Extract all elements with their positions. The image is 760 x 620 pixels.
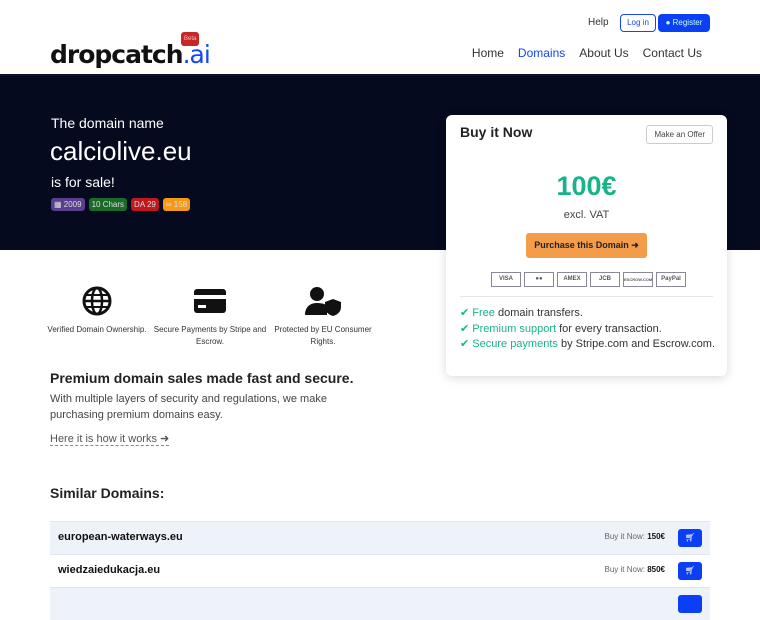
hero-outro: is for sale! xyxy=(51,174,115,190)
amex-icon: AMEX xyxy=(557,272,587,287)
cart-button[interactable] xyxy=(678,595,702,613)
feature-verified: Verified Domain Ownership. xyxy=(37,286,157,336)
buy-label: Buy it Now: xyxy=(604,532,645,541)
buy-card: Buy it Now Make an Offer 100€ excl. VAT … xyxy=(446,115,727,376)
card-title: Buy it Now xyxy=(460,124,533,140)
feature-item: ✔ Secure payments by Stripe.com and Escr… xyxy=(460,337,715,353)
login-button[interactable]: Log in xyxy=(620,14,656,32)
feature-highlight: Secure payments xyxy=(472,338,558,350)
help-link[interactable]: Help xyxy=(588,17,609,28)
cart-icon: 🛒︎ xyxy=(684,533,696,542)
row-price: Buy it Now: 850€ xyxy=(605,565,666,574)
arrow-right-icon: ➜ xyxy=(631,240,639,250)
check-icon: ✔ xyxy=(460,307,473,319)
similar-domains-title: Similar Domains: xyxy=(50,485,165,501)
feature-text: by Stripe.com and Escrow.com. xyxy=(557,338,716,350)
domain-link[interactable]: wiedzaiedukacja.eu xyxy=(58,564,160,576)
domain-link[interactable]: european-waterways.eu xyxy=(58,531,183,543)
link-icon: ∞ xyxy=(165,200,174,209)
register-label: Register xyxy=(672,18,703,27)
table-row xyxy=(50,587,710,620)
feature-protected: Protected by EU Consumer Rights. xyxy=(263,286,383,348)
feature-label: Protected by EU Consumer Rights. xyxy=(274,325,372,346)
payment-icons: VISA ●● AMEX JCB ESCROW.COM PayPal xyxy=(491,272,686,287)
price-value: 150€ xyxy=(647,532,665,541)
logo-text: dropcatch xyxy=(50,40,184,69)
cart-icon: 🛒︎ xyxy=(684,566,696,575)
feature-item: ✔ Free domain transfers. xyxy=(460,306,715,322)
feature-highlight: Free xyxy=(472,307,495,319)
buy-label: Buy it Now: xyxy=(604,565,645,574)
price-value: 850€ xyxy=(647,565,665,574)
premium-description: With multiple layers of security and reg… xyxy=(50,393,327,421)
paypal-icon: PayPal xyxy=(656,272,686,287)
vat-note: excl. VAT xyxy=(563,209,610,221)
cart-button[interactable]: 🛒︎ xyxy=(678,529,702,547)
mastercard-icon: ●● xyxy=(524,272,554,287)
nav-contact[interactable]: Contact Us xyxy=(643,46,702,60)
feature-item: ✔ Premium support for every transaction. xyxy=(460,322,715,338)
make-offer-button[interactable]: Make an Offer xyxy=(646,125,713,144)
user-icon: ● xyxy=(665,18,673,27)
purchase-label: Purchase this Domain xyxy=(534,240,629,250)
row-price: Buy it Now: 150€ xyxy=(605,532,666,541)
how-link-label: Here it is how it works xyxy=(50,433,157,445)
check-icon: ✔ xyxy=(460,338,473,350)
beta-badge: Beta xyxy=(181,32,200,46)
feature-highlight: Premium support xyxy=(472,322,557,335)
register-button[interactable]: ● Register xyxy=(658,14,710,32)
purchase-button[interactable]: Purchase this Domain ➜ xyxy=(526,233,647,258)
feature-label: Verified Domain Ownership. xyxy=(47,325,147,334)
badge-label: 158 xyxy=(173,200,188,209)
table-row: european-waterways.eu Buy it Now: 150€ 🛒… xyxy=(50,521,710,554)
price: 100€ xyxy=(556,171,617,201)
escrow-icon: ESCROW.COM xyxy=(623,272,653,287)
premium-title: Premium domain sales made fast and secur… xyxy=(50,370,354,386)
globe-icon xyxy=(82,286,112,316)
jcb-icon: JCB xyxy=(590,272,620,287)
feature-label: Secure Payments by Stripe and Escrow. xyxy=(153,325,267,346)
calendar-icon: ▦ xyxy=(54,200,64,209)
feature-text: for every transaction. xyxy=(556,322,662,335)
credit-card-icon xyxy=(194,289,226,313)
main-nav: Home Domains About Us Contact Us xyxy=(472,46,702,60)
header: dropcatch.ai Beta Help Log in ● Register… xyxy=(0,0,760,76)
divider xyxy=(460,296,713,297)
hero-intro: The domain name xyxy=(51,115,164,131)
da-badge: DA 29 xyxy=(131,198,159,211)
cart-button[interactable]: 🛒︎ xyxy=(678,562,702,580)
chars-badge: 10 Chars xyxy=(88,198,128,211)
how-it-works-link[interactable]: Here it is how it works ➜ xyxy=(50,432,170,446)
badge-label: 2009 xyxy=(63,200,82,209)
user-shield-icon xyxy=(305,287,341,316)
visa-icon: VISA xyxy=(491,272,521,287)
feature-list: ✔ Free domain transfers. ✔ Premium suppo… xyxy=(460,306,715,353)
badges: ▦ 2009 10 Chars DA 29 ∞ 158 xyxy=(51,198,191,211)
year-badge: ▦ 2009 xyxy=(51,198,85,211)
feature-payments: Secure Payments by Stripe and Escrow. xyxy=(150,286,270,348)
table-row: wiedzaiedukacja.eu Buy it Now: 850€ 🛒︎ xyxy=(50,554,710,587)
nav-home[interactable]: Home xyxy=(472,46,504,60)
links-badge: ∞ 158 xyxy=(162,198,191,211)
domain-name: calciolive.eu xyxy=(50,136,192,166)
check-icon: ✔ xyxy=(460,322,473,335)
feature-text: domain transfers. xyxy=(494,307,583,319)
arrow-right-icon: ➜ xyxy=(160,433,170,445)
nav-domains[interactable]: Domains xyxy=(518,46,565,60)
nav-about[interactable]: About Us xyxy=(579,46,628,60)
